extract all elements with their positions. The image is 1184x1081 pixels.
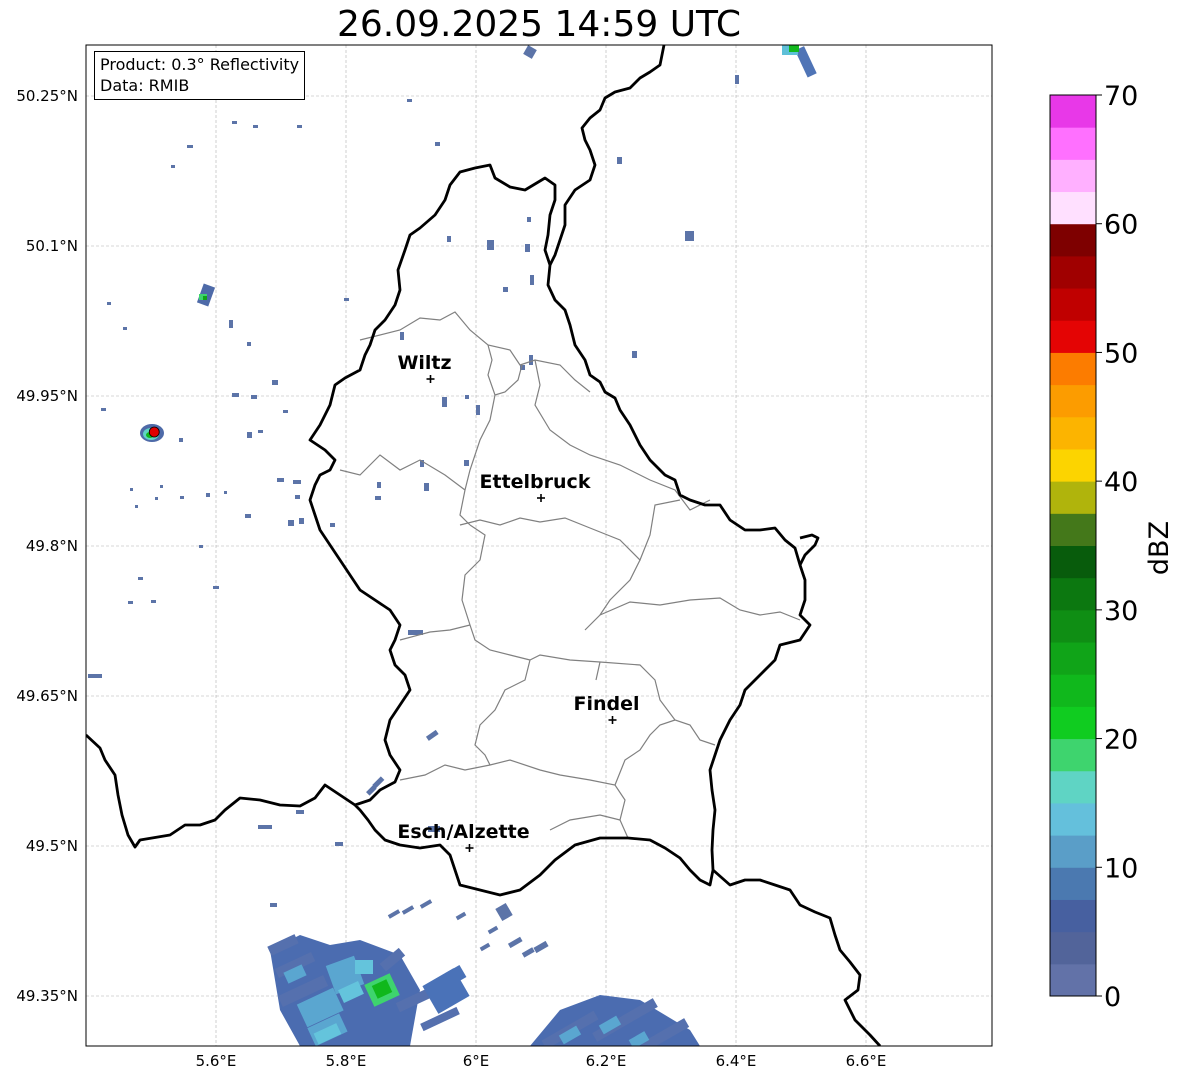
colorbar-band: [1050, 738, 1096, 772]
colorbar-band: [1050, 867, 1096, 900]
colorbar-band: [1050, 770, 1096, 804]
colorbar-band: [1050, 835, 1096, 868]
colorbar-band: [1050, 95, 1096, 128]
colorbar-band: [1050, 577, 1096, 611]
colorbar-band: [1050, 802, 1096, 836]
colorbar-band: [1050, 706, 1096, 740]
colorbar-band: [1050, 159, 1096, 193]
colorbar-band: [1050, 674, 1096, 707]
colorbar-band: [1050, 513, 1096, 546]
colorbar-band: [1050, 127, 1096, 160]
colorbar-bands: [1050, 95, 1096, 997]
colorbar-band: [1050, 255, 1096, 289]
colorbar-ticks: 0 10 20 30 40 50 60 70: [1096, 81, 1138, 1013]
colorbar-label: dBZ: [1144, 521, 1175, 575]
colorbar-band: [1050, 545, 1096, 579]
colorbar-band: [1050, 384, 1096, 418]
colorbar-band: [1050, 191, 1096, 225]
colorbar-band: [1050, 931, 1096, 965]
colorbar-band: [1050, 320, 1096, 353]
colorbar-tick-label: 0: [1104, 982, 1121, 1013]
colorbar-tick-label: 40: [1104, 467, 1138, 498]
colorbar-tick-label: 70: [1104, 81, 1138, 112]
colorbar: 0 10 20 30 40 50 60 70 dBZ: [1049, 81, 1175, 1013]
colorbar-band: [1050, 899, 1096, 933]
colorbar-tick-label: 20: [1104, 725, 1138, 756]
colorbar-band: [1050, 416, 1096, 450]
colorbar-band: [1050, 352, 1096, 386]
colorbar-tick-label: 30: [1104, 596, 1138, 627]
colorbar-band: [1050, 963, 1096, 997]
colorbar-band: [1050, 609, 1096, 643]
colorbar-band: [1050, 288, 1096, 321]
colorbar-tick-label: 50: [1104, 338, 1138, 369]
colorbar-band: [1050, 223, 1096, 257]
colorbar-tick-label: 10: [1104, 853, 1138, 884]
colorbar-band: [1050, 448, 1096, 482]
colorbar-tick-label: 60: [1104, 210, 1138, 241]
colorbar-band: [1050, 642, 1096, 675]
colorbar-band: [1050, 481, 1096, 514]
